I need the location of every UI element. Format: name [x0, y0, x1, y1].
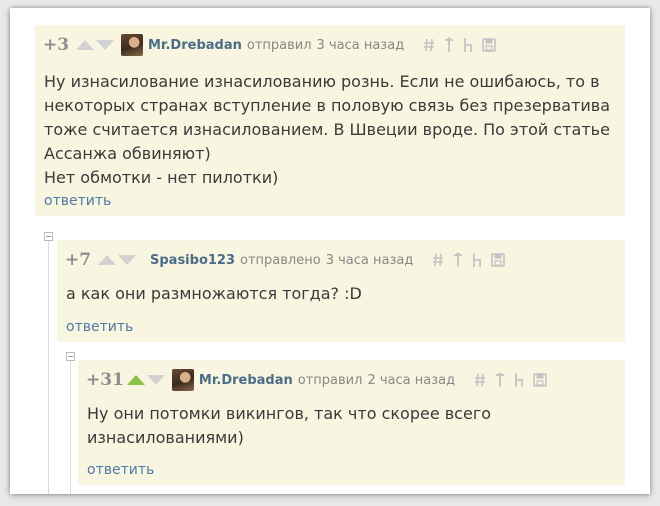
- comment-header: +3 Mr.Drebadan отправил 3 часа назад: [43, 32, 496, 58]
- arrow-up-icon[interactable]: [495, 372, 505, 388]
- thread-line: [70, 361, 71, 494]
- thread-line: [48, 241, 49, 494]
- comment-tools: [423, 252, 506, 268]
- reply-link[interactable]: ответить: [44, 193, 111, 209]
- parent-icon[interactable]: [472, 252, 482, 268]
- collapse-icon[interactable]: [66, 352, 75, 361]
- author-link[interactable]: Mr.Drebadan: [199, 373, 293, 388]
- downvote-icon[interactable]: [118, 255, 136, 265]
- link-icon[interactable]: [474, 373, 486, 387]
- save-icon[interactable]: [482, 38, 496, 52]
- comment-tools: [465, 372, 547, 388]
- avatar[interactable]: [121, 34, 143, 56]
- arrow-up-icon[interactable]: [453, 252, 463, 268]
- comment-action: отправил: [297, 372, 363, 388]
- comment-header: +31 Mr.Drebadan отправил 2 часа назад: [86, 367, 547, 393]
- comment-text: Ну они потомки викингов, так что скорее …: [87, 404, 492, 447]
- comment-tools: [414, 37, 496, 53]
- save-icon[interactable]: [491, 253, 506, 267]
- comment: +7 Spasibo123 отправлено 3 часа назад а …: [57, 240, 625, 342]
- downvote-icon[interactable]: [96, 40, 114, 50]
- comment-action: отправлено: [240, 252, 321, 268]
- author-link[interactable]: Mr.Drebadan: [148, 38, 242, 53]
- comment-rating: +7: [65, 250, 92, 270]
- downvote-icon[interactable]: [146, 375, 165, 385]
- save-icon[interactable]: [533, 373, 547, 387]
- comment-rating: +31: [86, 370, 124, 390]
- upvote-icon[interactable]: [76, 40, 94, 50]
- link-icon[interactable]: [423, 38, 435, 52]
- reply-link[interactable]: ответить: [87, 462, 154, 478]
- comment-rating: +3: [43, 35, 70, 55]
- comment-time: 2 часа назад: [367, 372, 456, 388]
- comment-time: 3 часа назад: [316, 37, 405, 53]
- reply-link[interactable]: ответить: [66, 319, 133, 335]
- link-icon[interactable]: [432, 253, 444, 267]
- comment-text: а как они размножаются тогда? :D: [66, 284, 362, 303]
- comment-text: Ну изнасилование изнасилованию рознь. Ес…: [44, 72, 611, 187]
- author-link[interactable]: Spasibo123: [150, 253, 235, 268]
- parent-icon[interactable]: [514, 372, 524, 388]
- comments-thread: +3 Mr.Drebadan отправил 3 часа назад Ну …: [10, 8, 650, 494]
- comment: +3 Mr.Drebadan отправил 3 часа назад Ну …: [35, 25, 625, 216]
- comment-header: +7 Spasibo123 отправлено 3 часа назад: [65, 247, 506, 273]
- collapse-icon[interactable]: [44, 232, 53, 241]
- comment: +31 Mr.Drebadan отправил 2 часа назад Ну…: [78, 360, 625, 485]
- arrow-up-icon[interactable]: [444, 37, 454, 53]
- avatar[interactable]: [171, 369, 194, 391]
- parent-icon[interactable]: [463, 37, 473, 53]
- comment-time: 3 часа назад: [325, 252, 414, 268]
- upvote-icon[interactable]: [98, 255, 116, 265]
- upvote-icon[interactable]: [126, 375, 145, 385]
- comment-action: отправил: [246, 37, 312, 53]
